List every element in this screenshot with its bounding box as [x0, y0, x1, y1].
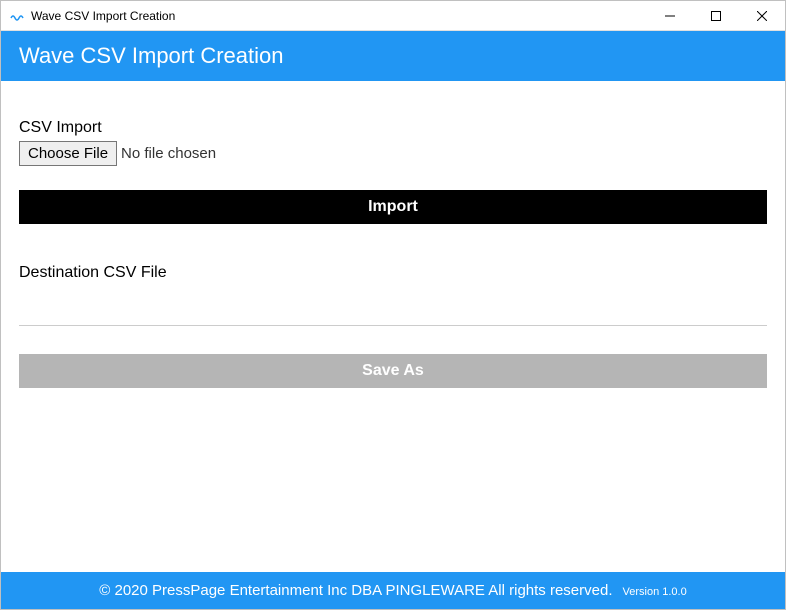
destination-input[interactable] [19, 292, 767, 326]
window-title: Wave CSV Import Creation [31, 9, 647, 23]
header-bar: Wave CSV Import Creation [1, 31, 785, 81]
save-as-button[interactable]: Save As [19, 354, 767, 388]
footer-version: Version 1.0.0 [623, 586, 687, 598]
file-chooser-row: Choose File No file chosen [19, 141, 767, 166]
footer-copyright: © 2020 PressPage Entertainment Inc DBA P… [99, 582, 612, 599]
file-status-text: No file chosen [121, 145, 216, 162]
main-content: CSV Import Choose File No file chosen Im… [1, 81, 785, 406]
header-title: Wave CSV Import Creation [19, 43, 284, 68]
csv-import-label: CSV Import [19, 119, 767, 137]
minimize-button[interactable] [647, 1, 693, 30]
app-icon [9, 8, 25, 24]
import-button[interactable]: Import [19, 190, 767, 224]
footer-bar: © 2020 PressPage Entertainment Inc DBA P… [1, 572, 785, 609]
maximize-button[interactable] [693, 1, 739, 30]
choose-file-button[interactable]: Choose File [19, 141, 117, 166]
window-titlebar: Wave CSV Import Creation [1, 1, 785, 31]
window-controls [647, 1, 785, 30]
close-button[interactable] [739, 1, 785, 30]
destination-label: Destination CSV File [19, 264, 767, 282]
